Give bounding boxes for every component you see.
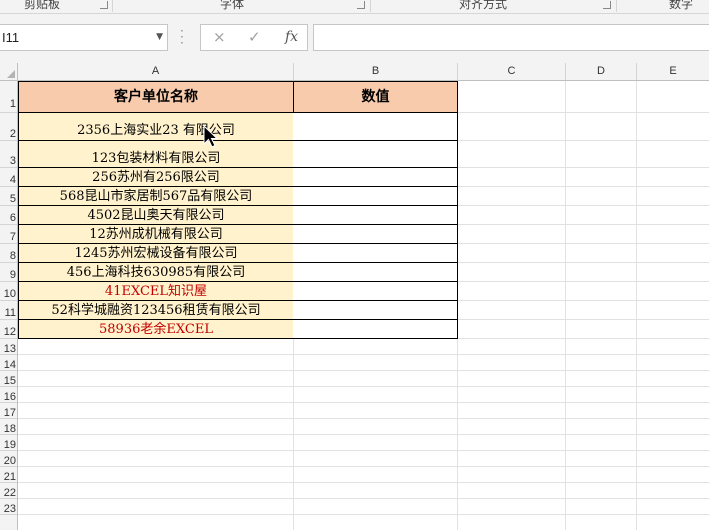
value-cell[interactable] bbox=[293, 301, 458, 320]
ribbon-group-alignment: 对齐方式 bbox=[459, 0, 508, 11]
ribbon-group-number: 数字 bbox=[669, 0, 694, 11]
row-header[interactable]: 9 bbox=[0, 263, 17, 282]
customer-name-cell[interactable]: 12苏州成机械有限公司 bbox=[18, 225, 294, 244]
value-cell[interactable] bbox=[293, 225, 458, 244]
column-header-d[interactable]: D bbox=[566, 63, 637, 80]
gridline bbox=[18, 354, 709, 355]
formula-bar-grip-icon[interactable]: · · · bbox=[180, 25, 184, 49]
ribbon-group-clipboard: 剪贴板 bbox=[24, 0, 61, 11]
row-header[interactable]: 16 bbox=[0, 387, 17, 403]
customer-name-cell-highlight[interactable]: 41EXCEL知识屋 bbox=[18, 282, 294, 301]
row-header[interactable]: 14 bbox=[0, 355, 17, 371]
ribbon-group-labels: 剪贴板 字体 对齐方式 数字 bbox=[0, 0, 709, 14]
gridline bbox=[636, 81, 637, 530]
customer-name-cell[interactable]: 456上海科技630985有限公司 bbox=[18, 263, 294, 282]
clipboard-launcher-icon[interactable] bbox=[100, 1, 108, 9]
gridline bbox=[18, 386, 709, 387]
ribbon-separator bbox=[616, 0, 617, 12]
row-header[interactable]: 4 bbox=[0, 168, 17, 187]
customer-name-cell[interactable]: 568昆山市家居制567品有限公司 bbox=[18, 187, 294, 206]
select-all-icon bbox=[7, 70, 15, 78]
row-header[interactable]: 10 bbox=[0, 282, 17, 301]
row-header[interactable]: 18 bbox=[0, 419, 17, 435]
row-header[interactable]: 8 bbox=[0, 244, 17, 263]
row-header[interactable]: 23 bbox=[0, 499, 17, 515]
row-header[interactable]: 2 bbox=[0, 113, 17, 141]
row-header[interactable]: 22 bbox=[0, 483, 17, 499]
row-header[interactable]: 1 bbox=[0, 81, 17, 113]
ribbon-separator bbox=[370, 0, 371, 12]
column-header-b[interactable]: B bbox=[294, 63, 458, 80]
value-cell[interactable] bbox=[293, 282, 458, 301]
value-cell[interactable] bbox=[293, 263, 458, 282]
name-box-value: I11 bbox=[2, 30, 20, 45]
customer-name-cell-highlight[interactable]: 58936老余EXCEL bbox=[18, 320, 294, 339]
chevron-down-icon[interactable]: ▼ bbox=[156, 32, 163, 42]
column-header-c[interactable]: C bbox=[458, 63, 566, 80]
gridline bbox=[18, 434, 709, 435]
alignment-launcher-icon[interactable] bbox=[603, 1, 611, 9]
mouse-pointer-icon bbox=[203, 125, 219, 148]
value-cell[interactable] bbox=[293, 320, 458, 339]
row-header[interactable]: 19 bbox=[0, 435, 17, 451]
row-header[interactable]: 21 bbox=[0, 467, 17, 483]
row-header[interactable]: 17 bbox=[0, 403, 17, 419]
gridline bbox=[565, 81, 566, 530]
header-cell-value[interactable]: 数值 bbox=[293, 81, 458, 113]
customer-name-cell[interactable]: 52科学城融资123456租赁有限公司 bbox=[18, 301, 294, 320]
column-header-row: A B C D E bbox=[18, 63, 709, 81]
header-cell-customer-name[interactable]: 客户单位名称 bbox=[18, 81, 294, 113]
value-cell[interactable] bbox=[293, 244, 458, 263]
name-box[interactable]: I11 ▼ bbox=[0, 24, 168, 51]
gridline bbox=[18, 402, 709, 403]
ribbon-separator bbox=[112, 0, 113, 12]
row-header-column: 1 2 3 4 5 6 7 8 9 10 11 12 13 14 15 16 1… bbox=[0, 81, 18, 530]
column-header-a[interactable]: A bbox=[18, 63, 294, 80]
customer-name-cell[interactable]: 2356上海实业23 有限公司 bbox=[18, 113, 294, 141]
formula-buttons: × ✓ fx bbox=[200, 24, 308, 51]
customer-name-cell[interactable]: 1245苏州宏械设备有限公司 bbox=[18, 244, 294, 263]
ribbon-group-font: 字体 bbox=[220, 0, 245, 11]
cancel-icon[interactable]: × bbox=[213, 28, 226, 46]
value-cell[interactable] bbox=[293, 113, 458, 141]
row-header[interactable]: 6 bbox=[0, 206, 17, 225]
gridline bbox=[18, 450, 709, 451]
insert-function-icon[interactable]: fx bbox=[285, 29, 298, 45]
gridline bbox=[18, 514, 709, 515]
value-cell[interactable] bbox=[293, 187, 458, 206]
row-header[interactable]: 12 bbox=[0, 320, 17, 339]
value-cell[interactable] bbox=[293, 141, 458, 168]
row-header[interactable]: 11 bbox=[0, 301, 17, 320]
gridline bbox=[18, 466, 709, 467]
column-header-e[interactable]: E bbox=[637, 63, 709, 80]
formula-input[interactable] bbox=[313, 24, 709, 51]
row-header[interactable]: 5 bbox=[0, 187, 17, 206]
enter-icon[interactable]: ✓ bbox=[248, 28, 261, 46]
worksheet-grid[interactable]: 客户单位名称 数值 2356上海实业23 有限公司 123包装材料有限公司 25… bbox=[18, 81, 709, 530]
row-header[interactable]: 13 bbox=[0, 339, 17, 355]
font-launcher-icon[interactable] bbox=[357, 1, 365, 9]
customer-name-cell[interactable]: 4502昆山奥天有限公司 bbox=[18, 206, 294, 225]
gridline bbox=[18, 482, 709, 483]
value-cell[interactable] bbox=[293, 206, 458, 225]
formula-bar: I11 ▼ · · · × ✓ fx bbox=[0, 14, 709, 63]
gridline bbox=[18, 370, 709, 371]
value-cell[interactable] bbox=[293, 168, 458, 187]
row-header[interactable]: 20 bbox=[0, 451, 17, 467]
row-header[interactable]: 7 bbox=[0, 225, 17, 244]
row-header[interactable]: 3 bbox=[0, 141, 17, 168]
customer-name-cell[interactable]: 256苏州有256限公司 bbox=[18, 168, 294, 187]
customer-name-cell[interactable]: 123包装材料有限公司 bbox=[18, 141, 294, 168]
row-header[interactable]: 15 bbox=[0, 371, 17, 387]
gridline bbox=[18, 498, 709, 499]
select-all-corner[interactable] bbox=[0, 63, 18, 81]
gridline bbox=[18, 418, 709, 419]
